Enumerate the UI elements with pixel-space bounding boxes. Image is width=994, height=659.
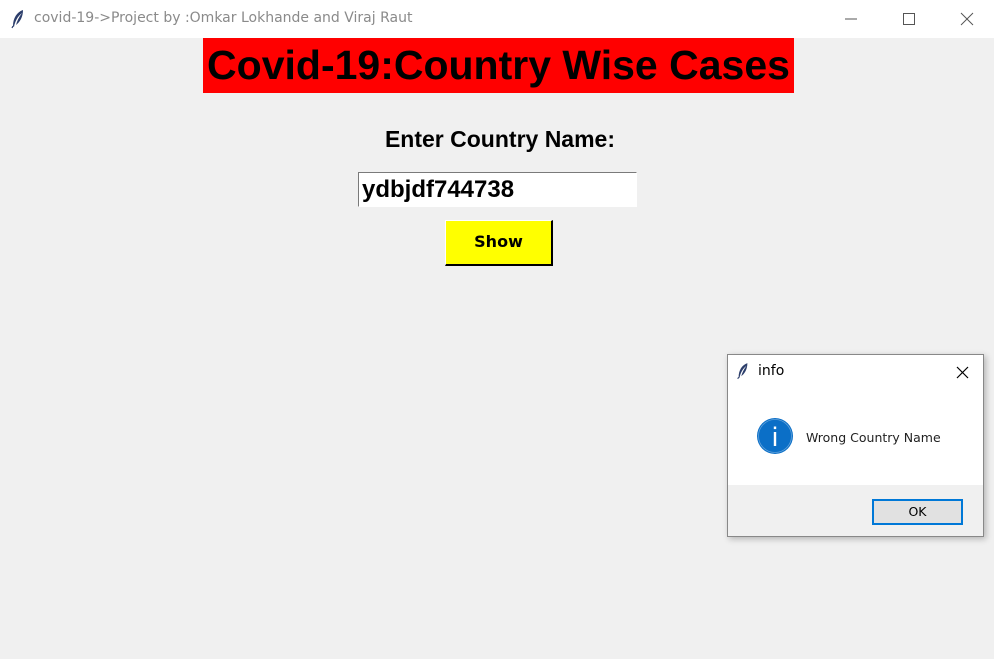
close-button[interactable] bbox=[939, 0, 994, 38]
title-bar[interactable]: covid-19->Project by :Omkar Lokhande and… bbox=[0, 0, 994, 38]
app-window: covid-19->Project by :Omkar Lokhande and… bbox=[0, 0, 994, 659]
close-icon bbox=[960, 12, 974, 26]
info-dialog: info Wrong Country Name OK bbox=[727, 354, 984, 537]
maximize-icon bbox=[903, 13, 915, 25]
country-name-input[interactable] bbox=[358, 172, 637, 207]
feather-icon bbox=[737, 363, 748, 380]
feather-icon bbox=[11, 10, 23, 29]
maximize-button[interactable] bbox=[881, 0, 939, 38]
dialog-title: info bbox=[758, 363, 785, 379]
window-title: covid-19->Project by :Omkar Lokhande and… bbox=[34, 10, 413, 26]
minimize-button[interactable] bbox=[823, 0, 881, 38]
show-button[interactable]: Show bbox=[445, 220, 553, 266]
info-icon bbox=[757, 418, 793, 454]
country-name-label: Enter Country Name: bbox=[384, 126, 616, 152]
dialog-close-button[interactable] bbox=[950, 361, 974, 383]
dialog-message: Wrong Country Name bbox=[806, 430, 941, 445]
ok-button[interactable]: OK bbox=[872, 499, 963, 525]
minimize-icon bbox=[845, 18, 857, 20]
close-icon bbox=[956, 366, 969, 379]
dialog-footer: OK bbox=[728, 485, 983, 536]
page-title-banner: Covid-19:Country Wise Cases bbox=[203, 38, 794, 93]
